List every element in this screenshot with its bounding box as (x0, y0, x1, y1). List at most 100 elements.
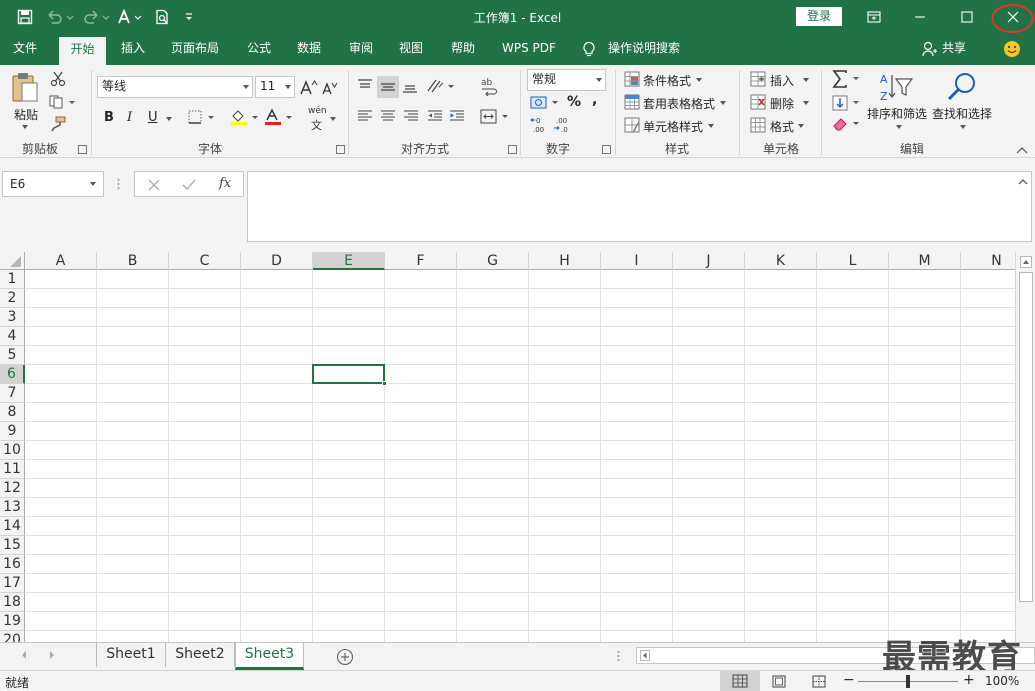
row-header-14[interactable]: 14 (0, 517, 25, 536)
scroll-up-button[interactable] (1020, 256, 1032, 268)
column-header-h[interactable]: H (529, 252, 601, 270)
sheet-tab-sheet3[interactable]: Sheet3 (235, 643, 304, 670)
align-right-icon[interactable] (403, 110, 419, 122)
sort-filter-icon[interactable]: AZ (878, 71, 914, 103)
name-box-dropdown-icon[interactable] (90, 182, 96, 186)
underline-dropdown-icon[interactable] (166, 117, 172, 121)
column-header-l[interactable]: L (817, 252, 889, 270)
maximize-icon[interactable] (953, 4, 981, 30)
format-as-table-button[interactable]: 套用表格格式 (643, 95, 715, 112)
column-header-g[interactable]: G (457, 252, 529, 270)
merge-center-icon[interactable] (480, 109, 510, 125)
sort-filter-button[interactable]: 排序和筛选 (867, 105, 927, 122)
name-box[interactable]: E6 (2, 171, 104, 197)
chevron-down-icon[interactable] (285, 85, 291, 89)
format-cells-icon[interactable] (750, 117, 766, 133)
add-sheet-icon[interactable] (336, 648, 354, 666)
tab-view[interactable]: 视图 (395, 34, 427, 65)
share-person-icon[interactable] (922, 41, 937, 57)
fill-icon[interactable] (832, 95, 862, 111)
fill-handle[interactable] (382, 381, 387, 386)
delete-cells-icon[interactable] (750, 94, 766, 110)
orientation-icon[interactable] (426, 77, 456, 95)
worksheet-grid[interactable]: ABCDEFGHIJKLMN 1 2 3 4 5 6 7 8 9 10 11 12 13 14 15 16 17… (0, 252, 1035, 642)
format-cells-button[interactable]: 格式 (770, 118, 794, 135)
scroll-left-button[interactable] (640, 650, 650, 661)
tab-page-layout[interactable]: 页面布局 (167, 34, 223, 65)
font-color-icon[interactable] (264, 108, 294, 126)
row-header-2[interactable]: 2 (0, 289, 25, 308)
zoom-in-button[interactable]: + (963, 672, 975, 688)
alignment-launcher-icon[interactable] (508, 145, 517, 154)
row-header-5[interactable]: 5 (0, 346, 25, 365)
conditional-formatting-button[interactable]: 条件格式 (643, 72, 691, 89)
minimize-icon[interactable] (906, 4, 934, 30)
row-header-8[interactable]: 8 (0, 403, 25, 422)
tab-review[interactable]: 审阅 (345, 34, 377, 65)
align-top-icon[interactable] (357, 78, 373, 92)
formula-bar-grip[interactable] (117, 177, 120, 191)
column-header-e[interactable]: E (313, 252, 385, 270)
zoom-level[interactable]: 100% (985, 674, 1019, 688)
collapse-formula-bar-icon[interactable] (1018, 178, 1028, 185)
column-header-f[interactable]: F (385, 252, 457, 270)
underline-button[interactable]: U (148, 110, 158, 125)
page-layout-view-icon[interactable] (772, 675, 786, 688)
clipboard-launcher-icon[interactable] (78, 145, 87, 154)
increase-indent-icon[interactable] (449, 110, 465, 122)
tab-insert[interactable]: 插入 (117, 34, 149, 65)
percent-style-button[interactable]: % (567, 94, 581, 110)
column-header-i[interactable]: I (601, 252, 673, 270)
page-break-preview-icon[interactable] (812, 675, 826, 688)
insert-function-button[interactable]: fx (219, 176, 231, 191)
column-header-j[interactable]: J (673, 252, 745, 270)
format-as-table-icon[interactable] (624, 94, 640, 110)
column-header-d[interactable]: D (241, 252, 313, 270)
login-button[interactable]: 登录 (796, 7, 842, 26)
insert-cells-button[interactable]: 插入 (770, 72, 794, 89)
row-header-3[interactable]: 3 (0, 308, 25, 327)
align-middle-icon[interactable] (377, 76, 399, 98)
tab-split-grip[interactable] (617, 650, 620, 662)
normal-view-button[interactable] (720, 671, 760, 691)
active-cell-E6[interactable] (312, 364, 385, 384)
chevron-down-icon[interactable] (960, 125, 966, 129)
accounting-format-icon[interactable] (530, 95, 560, 111)
number-launcher-icon[interactable] (602, 145, 611, 154)
paste-dropdown-icon[interactable] (22, 125, 28, 129)
row-header-7[interactable]: 7 (0, 384, 25, 403)
tab-file[interactable]: 文件 (9, 34, 41, 65)
paste-icon[interactable] (10, 71, 40, 103)
chevron-down-icon[interactable] (803, 78, 809, 82)
chevron-down-icon[interactable] (696, 78, 702, 82)
borders-icon[interactable] (188, 110, 216, 124)
conditional-formatting-icon[interactable] (624, 71, 640, 87)
cancel-entry-icon[interactable] (147, 178, 161, 192)
copy-icon[interactable] (49, 95, 77, 109)
increase-font-size-icon[interactable] (300, 79, 318, 95)
row-header-13[interactable]: 13 (0, 498, 25, 517)
sheet-scroll-left-icon[interactable] (20, 650, 28, 660)
confirm-entry-icon[interactable] (181, 178, 197, 192)
align-center-icon[interactable] (380, 110, 396, 122)
phonetic-guide-top[interactable]: wén (308, 106, 327, 116)
autosum-icon[interactable] (832, 70, 862, 88)
cell-styles-icon[interactable] (624, 117, 640, 133)
row-header-18[interactable]: 18 (0, 593, 25, 612)
phonetic-guide-bottom[interactable]: 文 (311, 117, 322, 133)
tab-help[interactable]: 帮助 (447, 34, 479, 65)
chevron-down-icon[interactable] (596, 78, 602, 82)
insert-cells-icon[interactable] (750, 71, 766, 87)
format-painter-icon[interactable] (50, 116, 66, 132)
tab-data[interactable]: 数据 (293, 34, 325, 65)
sheet-scroll-right-icon[interactable] (48, 650, 56, 660)
fill-color-icon[interactable] (230, 108, 260, 126)
decrease-decimal-icon[interactable]: .00.0 (553, 116, 573, 134)
row-header-15[interactable]: 15 (0, 536, 25, 555)
row-header-10[interactable]: 10 (0, 441, 25, 460)
row-header-20[interactable]: 20 (0, 631, 25, 642)
decrease-indent-icon[interactable] (427, 110, 443, 122)
column-header-k[interactable]: K (745, 252, 817, 270)
paste-label[interactable]: 粘贴 (14, 106, 38, 123)
chevron-down-icon[interactable] (803, 101, 809, 105)
